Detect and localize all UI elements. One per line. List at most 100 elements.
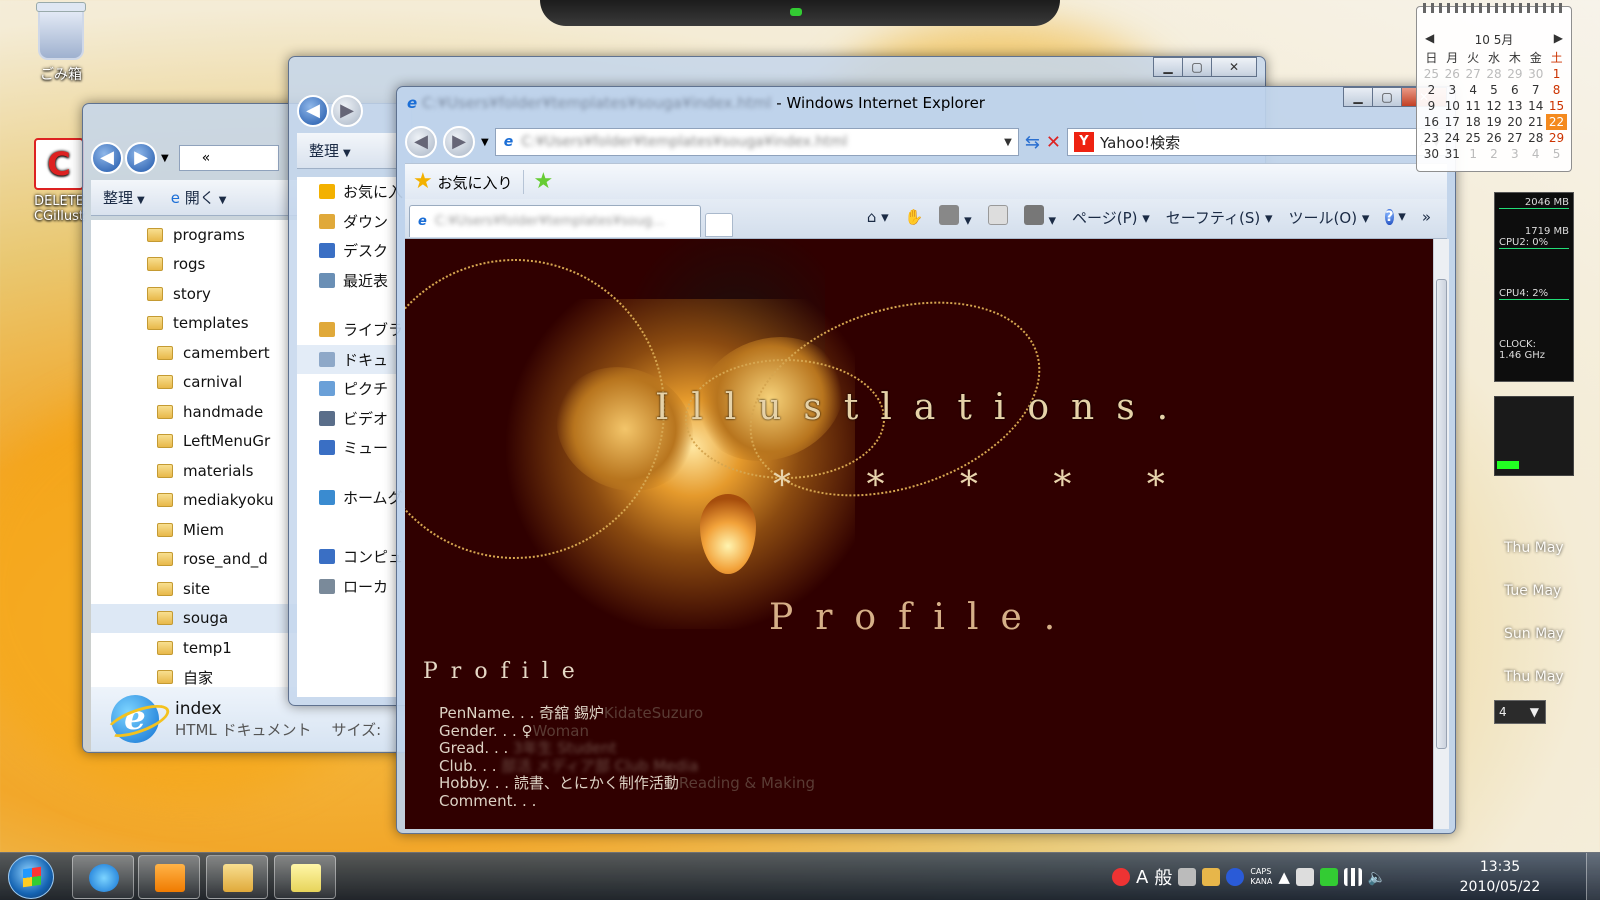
calendar-day[interactable]: 30 bbox=[1525, 66, 1546, 82]
calendar-day[interactable]: 27 bbox=[1463, 66, 1484, 82]
maximize-button[interactable]: ▢ bbox=[1372, 87, 1402, 107]
close-button[interactable]: ✕ bbox=[1211, 57, 1257, 77]
calendar-day[interactable]: 31 bbox=[1442, 146, 1463, 162]
ie-window[interactable]: e C:¥Users¥folder¥templates¥souga¥index.… bbox=[396, 86, 1456, 834]
new-tab-button[interactable] bbox=[705, 213, 733, 237]
green-app-icon[interactable] bbox=[1319, 868, 1338, 886]
calendar-day[interactable]: 5 bbox=[1546, 146, 1567, 162]
home-icon[interactable]: ⌂ ▾ bbox=[867, 208, 889, 226]
calendar-day[interactable]: 28 bbox=[1484, 66, 1505, 82]
back-button[interactable]: ◀ bbox=[405, 126, 437, 158]
calendar-day[interactable]: 26 bbox=[1442, 66, 1463, 82]
start-button[interactable] bbox=[8, 855, 54, 899]
calendar-day[interactable]: 28 bbox=[1525, 130, 1546, 146]
content-scrollbar[interactable] bbox=[1433, 239, 1449, 829]
nav-pane-item[interactable]: デスク bbox=[297, 236, 397, 266]
calendar-day[interactable]: 6 bbox=[1504, 82, 1525, 98]
calendar-day[interactable]: 25 bbox=[1463, 130, 1484, 146]
nav-pane-item[interactable]: ローカ bbox=[297, 572, 397, 602]
organize-button[interactable]: 整理 ▼ bbox=[103, 187, 145, 208]
back-button[interactable]: ◀ bbox=[91, 142, 123, 174]
nav-pane-item[interactable]: 最近表 bbox=[297, 266, 397, 296]
volume-icon[interactable]: 🔈 bbox=[1368, 868, 1387, 886]
nav-pane-item[interactable]: コンピュ bbox=[297, 542, 403, 572]
help-menu[interactable]: ? ▾ bbox=[1385, 206, 1406, 228]
calendar-day[interactable]: 2 bbox=[1484, 146, 1505, 162]
calendar-day[interactable]: 14 bbox=[1525, 98, 1546, 114]
nav-pane-item[interactable]: お気に入 bbox=[297, 177, 403, 207]
calendar-day[interactable]: 1 bbox=[1546, 66, 1567, 82]
calendar-day[interactable]: 3 bbox=[1504, 146, 1525, 162]
maximize-button[interactable]: ▢ bbox=[1182, 57, 1212, 77]
show-hidden-icons-icon[interactable]: ▲ bbox=[1278, 868, 1290, 886]
tab-active[interactable]: e C:¥Users¥folder¥templates¥soug... bbox=[409, 205, 701, 237]
ime-a[interactable]: A bbox=[1136, 867, 1148, 888]
calendar-day[interactable]: 2 bbox=[1421, 82, 1442, 98]
calendar-gadget[interactable]: ◀ 10 5月 ▶ 日月火水木金土 25 26 27 28 29 30 1 2 3 4 5 6 7 8 9 10… bbox=[1416, 3, 1572, 172]
nav-pane-item[interactable]: ビデオ bbox=[297, 404, 397, 434]
history-dropdown-icon[interactable]: ▼ bbox=[161, 153, 169, 164]
calendar-day[interactable]: 7 bbox=[1525, 82, 1546, 98]
calendar-day[interactable]: 3 bbox=[1442, 82, 1463, 98]
favorites-button[interactable]: ★ お気に入り bbox=[413, 169, 513, 194]
taskbar-media-button[interactable] bbox=[138, 855, 200, 899]
calendar-day[interactable]: 16 bbox=[1421, 114, 1442, 130]
page-menu[interactable]: ページ(P) ▾ bbox=[1072, 207, 1150, 228]
calendar-day[interactable]: 1 bbox=[1463, 146, 1484, 162]
forward-button[interactable]: ▶ bbox=[331, 95, 363, 127]
recycle-bin-icon[interactable]: ごみ箱 bbox=[16, 2, 106, 84]
calendar-day[interactable]: 29 bbox=[1504, 66, 1525, 82]
calendar-day[interactable]: 20 bbox=[1504, 114, 1525, 130]
calendar-day[interactable]: 27 bbox=[1504, 130, 1525, 146]
print-icon[interactable]: ▾ bbox=[1023, 205, 1056, 229]
hand-icon[interactable]: ✋ bbox=[905, 208, 924, 226]
calendar-day[interactable]: 13 bbox=[1504, 98, 1525, 114]
back-button[interactable]: ◀ bbox=[297, 95, 329, 127]
calendar-day[interactable]: 12 bbox=[1484, 98, 1505, 114]
stop-icon[interactable]: ✕ bbox=[1046, 132, 1061, 153]
ime-help-icon[interactable] bbox=[1226, 868, 1245, 886]
calendar-day[interactable]: 23 bbox=[1421, 130, 1442, 146]
breadcrumb[interactable]: « bbox=[178, 145, 279, 171]
taskbar-notes-button[interactable] bbox=[274, 855, 336, 899]
forward-button[interactable]: ▶ bbox=[443, 126, 475, 158]
taskbar-ie-button[interactable] bbox=[72, 855, 134, 899]
content-scroll-thumb[interactable] bbox=[1436, 279, 1447, 749]
minimize-button[interactable]: ▁ bbox=[1153, 57, 1183, 77]
forward-button[interactable]: ▶ bbox=[125, 142, 157, 174]
search-box[interactable]: Y Yahoo!検索 ⌕ ▾ bbox=[1067, 128, 1447, 156]
address-dropdown-icon[interactable]: ▼ bbox=[1004, 137, 1012, 148]
nav-pane-item[interactable]: ライブラ bbox=[297, 315, 403, 345]
calendar-day[interactable]: 19 bbox=[1484, 114, 1505, 130]
network-icon[interactable] bbox=[1343, 868, 1362, 886]
ime-tools-icon[interactable] bbox=[1202, 868, 1221, 886]
nav-pane-item[interactable]: ミュー bbox=[297, 433, 397, 463]
calendar-day[interactable]: 25 bbox=[1421, 66, 1442, 82]
calendar-day[interactable]: 4 bbox=[1525, 146, 1546, 162]
action-center-icon[interactable] bbox=[1295, 868, 1314, 886]
security-icon[interactable] bbox=[1112, 868, 1130, 886]
calendar-day[interactable]: 17 bbox=[1442, 114, 1463, 130]
calendar-day[interactable]: 26 bbox=[1484, 130, 1505, 146]
calendar-day[interactable]: 24 bbox=[1442, 130, 1463, 146]
open-button[interactable]: e 開く ▼ bbox=[171, 187, 227, 208]
next-month-icon[interactable]: ▶ bbox=[1554, 31, 1563, 45]
history-dropdown-icon[interactable]: ▼ bbox=[481, 137, 489, 148]
calendar-day[interactable]: 8 bbox=[1546, 82, 1567, 98]
feeds-icon[interactable]: ▾ bbox=[939, 205, 972, 229]
calendar-day[interactable]: 21 bbox=[1525, 114, 1546, 130]
calendar-day[interactable]: 4 bbox=[1463, 82, 1484, 98]
add-favorite-icon[interactable]: ★ bbox=[534, 169, 554, 194]
calendar-day[interactable]: 11 bbox=[1463, 98, 1484, 114]
prev-month-icon[interactable]: ◀ bbox=[1425, 31, 1434, 45]
calendar-day[interactable]: 10 bbox=[1442, 98, 1463, 114]
address-bar[interactable]: e C:¥Users¥folder¥templates¥souga¥index.… bbox=[494, 128, 1019, 156]
tools-menu[interactable]: ツール(O) ▾ bbox=[1289, 207, 1370, 228]
profile-link[interactable]: Profile. bbox=[769, 597, 1077, 638]
nav-pane-item[interactable]: ピクチ bbox=[297, 374, 397, 404]
calendar-day[interactable]: 18 bbox=[1463, 114, 1484, 130]
nav-pane-item[interactable]: ホームグ bbox=[297, 483, 403, 513]
safety-menu[interactable]: セーフティ(S) ▾ bbox=[1166, 207, 1273, 228]
nav-pane-item[interactable]: ダウン bbox=[297, 207, 397, 237]
taskbar-explorer-button[interactable] bbox=[206, 855, 268, 899]
